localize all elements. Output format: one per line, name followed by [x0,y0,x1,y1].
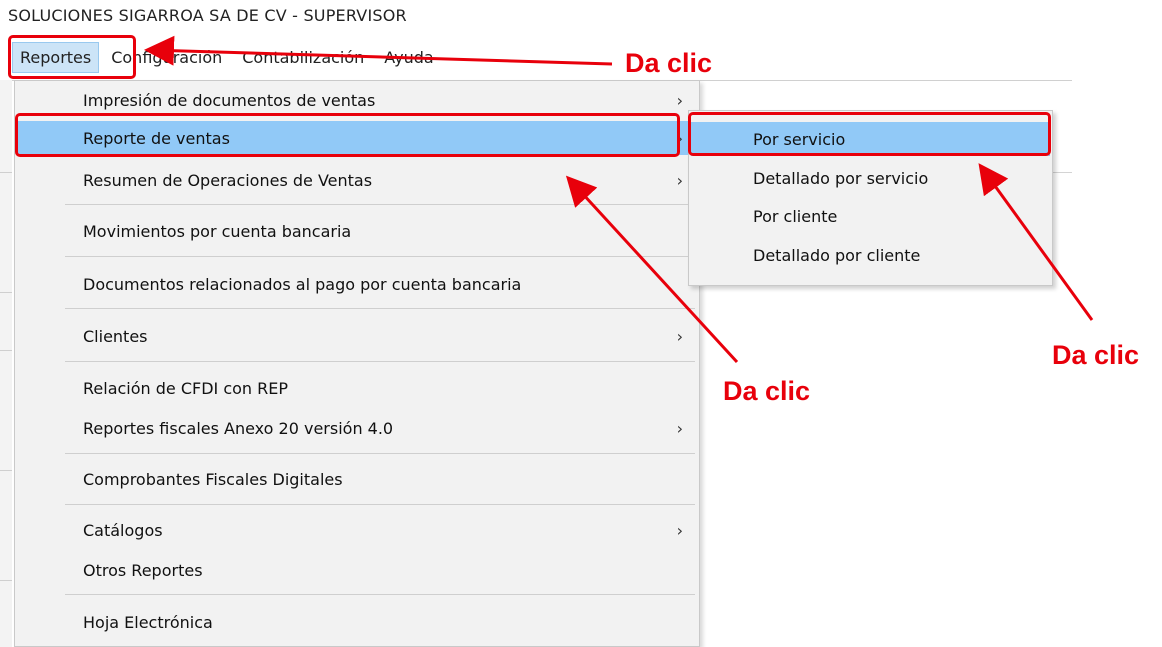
menu-separator [65,308,695,309]
menu-item-comprobantes-fiscales-digitales[interactable]: Comprobantes Fiscales Digitales [17,462,697,496]
menu-item-label: Movimientos por cuenta bancaria [83,221,352,241]
menu-item-impresion-documentos-ventas[interactable]: Impresión de documentos de ventas › [17,83,697,117]
submenu-item-label: Por cliente [753,206,838,226]
menu-item-label: Clientes [83,326,148,346]
chevron-right-icon: › [676,326,683,346]
menu-item-label: Documentos relacionados al pago por cuen… [83,274,522,294]
highlight-box-reporte-ventas [15,113,680,157]
menu-item-label: Hoja Electrónica [83,612,213,632]
menu-item-relacion-cfdi-rep[interactable]: Relación de CFDI con REP [17,371,697,405]
menu-item-resumen-operaciones-ventas[interactable]: Resumen de Operaciones de Ventas › [17,163,697,197]
menu-item-label: Impresión de documentos de ventas [83,90,376,110]
window-title: SOLUCIONES SIGARROA SA DE CV - SUPERVISO… [8,6,407,25]
chevron-right-icon: › [676,520,683,540]
menu-item-clientes[interactable]: Clientes › [17,319,697,353]
menu-separator [65,204,695,205]
background-divider [0,292,12,293]
menu-item-label: Comprobantes Fiscales Digitales [83,469,343,489]
menu-item-catalogos[interactable]: Catálogos › [17,513,697,547]
menu-separator [65,361,695,362]
submenu-item-label: Detallado por servicio [753,168,929,188]
menu-separator [65,256,695,257]
menu-item-label: Otros Reportes [83,560,203,580]
annotation-da-clic-menubar: Da clic [625,48,713,78]
menu-item-movimientos-cuenta-bancaria[interactable]: Movimientos por cuenta bancaria [17,214,697,248]
chevron-right-icon: › [676,418,683,438]
chevron-right-icon: › [676,170,683,190]
highlight-box-reportes [8,35,136,79]
submenu-item-por-cliente[interactable]: Por cliente [691,199,1050,233]
menu-separator [65,453,695,454]
chevron-right-icon: › [676,90,683,110]
menu-item-label: Resumen de Operaciones de Ventas [83,170,373,190]
annotation-da-clic-submenu: Da clic [1052,340,1140,370]
highlight-box-por-servicio [688,112,1051,156]
background-divider [0,580,12,581]
submenu-item-label: Detallado por cliente [753,245,921,265]
menu-item-label: Relación de CFDI con REP [83,378,289,398]
annotation-da-clic-menu: Da clic [723,376,811,406]
menu-item-label: Catálogos [83,520,163,540]
background-divider [0,470,12,471]
reportes-dropdown-menu: Impresión de documentos de ventas › Repo… [14,80,700,647]
menu-item-otros-reportes[interactable]: Otros Reportes [17,553,697,587]
background-window-edge [0,80,12,647]
menu-bar: Reportes Configuración Contabilización A… [0,36,1080,78]
menu-item-reportes-fiscales-anexo-20[interactable]: Reportes fiscales Anexo 20 versión 4.0 › [17,411,697,445]
menu-contabilizacion[interactable]: Contabilización [234,42,372,73]
background-divider [0,350,12,351]
submenu-item-detallado-por-cliente[interactable]: Detallado por cliente [691,238,1050,272]
background-divider [0,172,12,173]
menu-item-hoja-electronica[interactable]: Hoja Electrónica [17,605,697,639]
menu-separator [65,504,695,505]
menu-separator [65,594,695,595]
submenu-item-detallado-por-servicio[interactable]: Detallado por servicio [691,161,1050,195]
menu-ayuda[interactable]: Ayuda [376,42,441,73]
menu-item-label: Reportes fiscales Anexo 20 versión 4.0 [83,418,394,438]
menu-item-documentos-relacionados-pago[interactable]: Documentos relacionados al pago por cuen… [17,267,697,301]
